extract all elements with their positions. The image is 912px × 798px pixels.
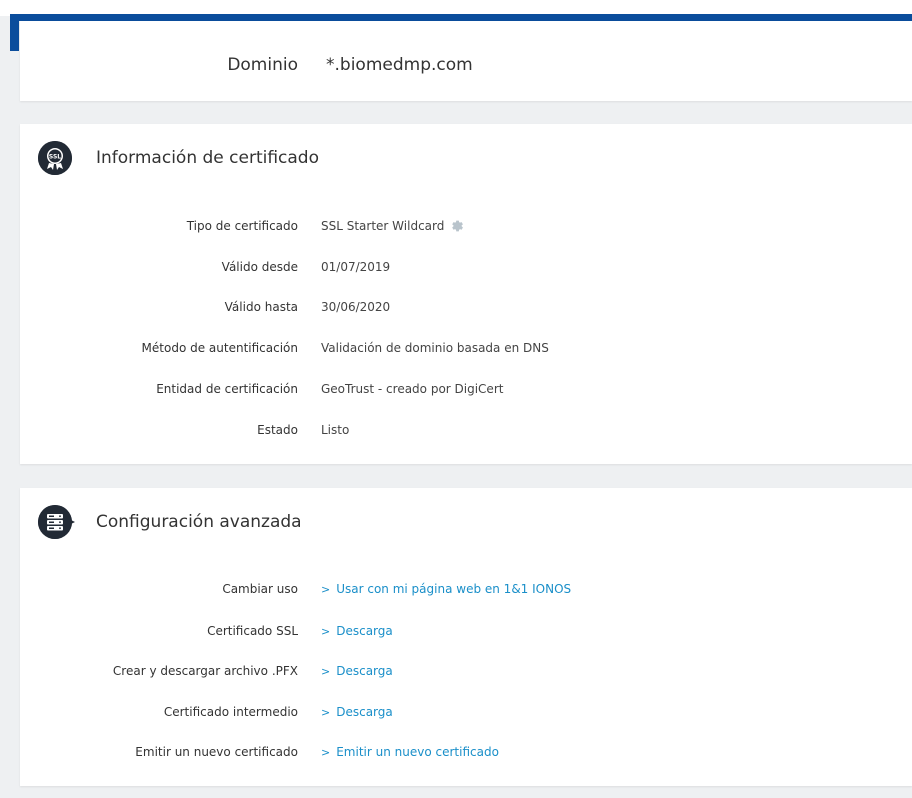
chevron-right-icon: > [321, 583, 331, 596]
certificate-type-text: SSL Starter Wildcard [321, 219, 445, 233]
domain-label: Dominio [227, 55, 298, 75]
ssl-badge-icon: SSL [38, 141, 72, 175]
field-label-type: Tipo de certificado [186, 219, 298, 233]
gear-icon[interactable] [450, 219, 464, 235]
header-accent-bar [10, 14, 912, 21]
link-download-ssl-cert[interactable]: > Descarga [321, 624, 393, 638]
svg-text:SSL: SSL [49, 154, 61, 161]
chevron-right-icon: > [321, 706, 331, 719]
link-use-with-webpage[interactable]: > Usar con mi página web en 1&1 IONOS [321, 582, 571, 596]
certificate-info-panel: SSL Información de certificado Tipo de c… [20, 124, 912, 464]
domain-panel: Dominio *.biomedmp.com [20, 21, 912, 101]
chevron-right-icon: > [321, 625, 331, 638]
field-value-type: SSL Starter Wildcard [321, 219, 464, 235]
chevron-right-icon: > [321, 746, 331, 759]
field-label-valid-until: Válido hasta [224, 300, 298, 314]
section-title-certificate: Información de certificado [96, 148, 319, 168]
field-label-status: Estado [257, 423, 298, 437]
link-text: Descarga [336, 624, 393, 638]
link-text: Descarga [336, 664, 393, 678]
link-download-pfx[interactable]: > Descarga [321, 664, 393, 678]
field-value-authority: GeoTrust - creado por DigiCert [321, 382, 504, 396]
field-label-intermediate: Certificado intermedio [163, 705, 298, 719]
field-label-ssl-cert: Certificado SSL [207, 624, 298, 638]
domain-value: *.biomedmp.com [326, 55, 473, 75]
field-value-auth-method: Validación de dominio basada en DNS [321, 341, 549, 355]
server-icon [38, 505, 75, 539]
chevron-right-icon: > [321, 665, 331, 678]
section-title-advanced: Configuración avanzada [96, 512, 302, 532]
field-label-auth-method: Método de autentificación [141, 341, 298, 355]
field-label-valid-from: Válido desde [221, 260, 298, 274]
field-label-authority: Entidad de certificación [156, 382, 298, 396]
advanced-config-panel: Configuración avanzada Cambiar uso > Usar… [20, 488, 912, 786]
link-download-intermediate[interactable]: > Descarga [321, 705, 393, 719]
side-accent-bar [10, 14, 19, 51]
field-value-status: Listo [321, 423, 350, 437]
link-reissue-certificate[interactable]: > Emitir un nuevo certificado [321, 745, 499, 759]
field-value-valid-from: 01/07/2019 [321, 260, 391, 274]
field-label-change-use: Cambiar uso [222, 582, 298, 596]
link-text: Emitir un nuevo certificado [336, 745, 499, 759]
field-value-valid-until: 30/06/2020 [321, 300, 391, 314]
field-label-reissue: Emitir un nuevo certificado [135, 745, 298, 759]
link-text: Usar con mi página web en 1&1 IONOS [336, 582, 572, 596]
field-label-pfx: Crear y descargar archivo .PFX [112, 664, 298, 678]
link-text: Descarga [336, 705, 393, 719]
